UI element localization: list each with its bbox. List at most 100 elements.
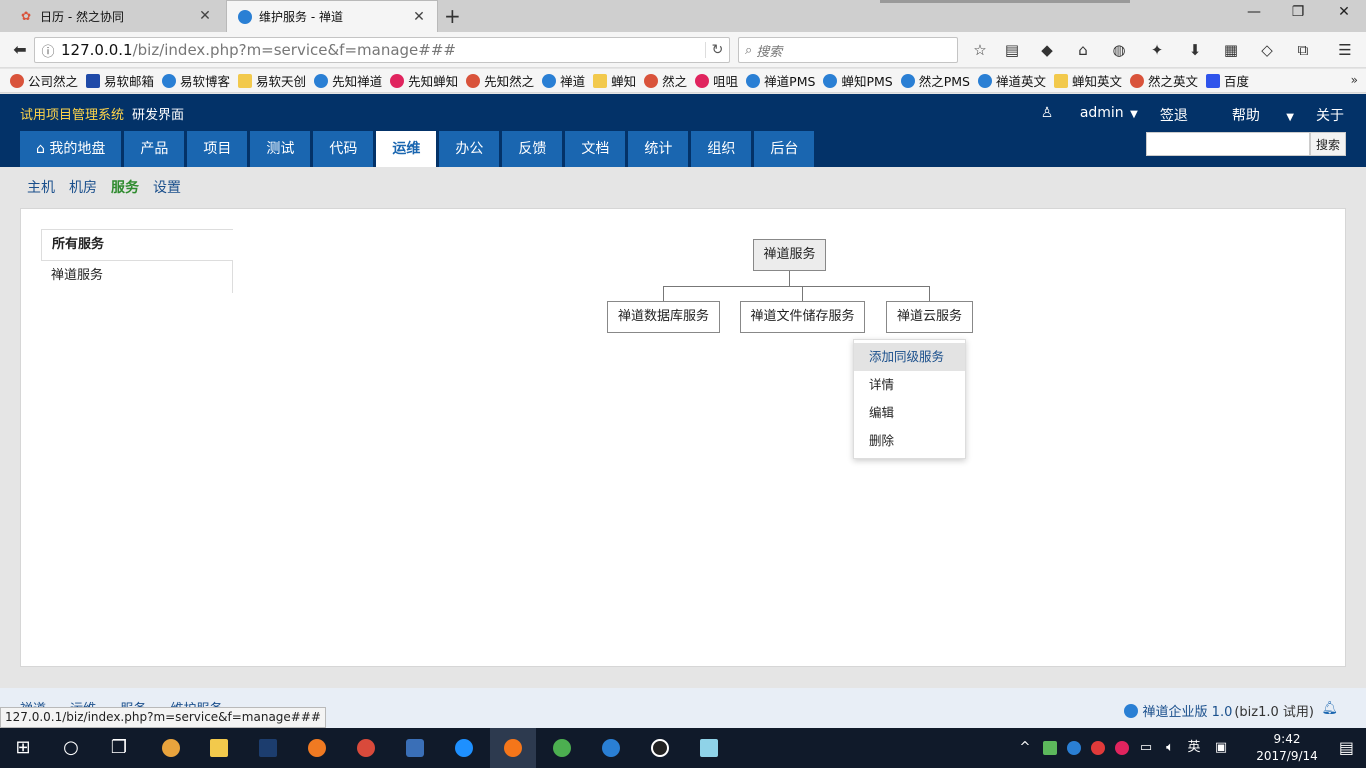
- browser-tab-service[interactable]: 维护服务 - 禅道 ✕: [226, 0, 438, 32]
- info-icon[interactable]: ⓘ: [35, 41, 61, 60]
- bookmark-item[interactable]: 先知禅道: [314, 71, 382, 90]
- bookmark-item[interactable]: 然之: [644, 71, 687, 90]
- search-button[interactable]: 搜索: [1310, 132, 1346, 156]
- browser-tab-calendar[interactable]: ✿ 日历 - 然之协同 ✕: [8, 0, 223, 32]
- chevron-right-icon[interactable]: »: [1351, 73, 1358, 87]
- bookmark-item[interactable]: 然之英文: [1130, 71, 1198, 90]
- bookmark-item[interactable]: 禅道PMS: [746, 71, 815, 90]
- tray-expand-icon[interactable]: ^: [1016, 728, 1034, 768]
- service-node-cloud[interactable]: 禅道云服务: [886, 301, 973, 333]
- notes-icon[interactable]: [686, 728, 732, 768]
- maximize-icon[interactable]: ❐: [1288, 4, 1308, 20]
- nav-tab[interactable]: 项目: [187, 131, 248, 167]
- nav-tab[interactable]: 办公: [439, 131, 500, 167]
- service-node-root[interactable]: 禅道服务: [753, 239, 826, 271]
- close-icon[interactable]: ✕: [411, 9, 427, 25]
- chrome-icon[interactable]: [539, 728, 585, 768]
- menu-icon[interactable]: ☰: [1334, 40, 1356, 60]
- nav-tab[interactable]: 组织: [691, 131, 752, 167]
- input-tool-icon[interactable]: ▣: [1210, 728, 1232, 768]
- bookmark-item[interactable]: 然之PMS: [900, 71, 970, 90]
- nav-tab[interactable]: ⌂ 我的地盘: [20, 131, 122, 167]
- tray-chat-icon[interactable]: [1112, 728, 1132, 768]
- new-tab-icon[interactable]: +: [444, 4, 461, 28]
- volume-icon[interactable]: 🔈︎: [1160, 728, 1180, 768]
- help-menu[interactable]: 帮助 ▼: [1210, 105, 1294, 125]
- photoshop-icon[interactable]: [245, 728, 291, 768]
- nav-tab[interactable]: 文档: [565, 131, 626, 167]
- company-name[interactable]: 试用项目管理系统: [20, 104, 124, 123]
- nav-tab[interactable]: 后台: [754, 131, 815, 167]
- search-input[interactable]: [1146, 132, 1310, 156]
- side-item-all-services[interactable]: 所有服务: [41, 229, 233, 261]
- butterfly-icon[interactable]: [294, 728, 340, 768]
- menu-item-add-sibling[interactable]: 添加同级服务: [854, 343, 965, 371]
- windows-start-icon[interactable]: ⊞: [0, 728, 46, 768]
- subnav-item[interactable]: 服务: [111, 177, 139, 197]
- bookmark-item[interactable]: 咀咀: [695, 71, 738, 90]
- star-icon[interactable]: ☆: [969, 40, 991, 60]
- menu-item-delete[interactable]: 删除: [854, 427, 965, 455]
- nav-tab[interactable]: 测试: [250, 131, 311, 167]
- tray-app-icon[interactable]: [1040, 728, 1060, 768]
- bookmark-item[interactable]: 先知蝉知: [390, 71, 458, 90]
- bell-icon[interactable]: 🔔︎: [1321, 701, 1338, 716]
- menu-item-edit[interactable]: 编辑: [854, 399, 965, 427]
- bookmark-item[interactable]: 蝉知英文: [1053, 71, 1122, 90]
- subnav-item[interactable]: 机房: [69, 177, 97, 197]
- nav-tab[interactable]: 统计: [628, 131, 689, 167]
- file-explorer-icon[interactable]: [196, 728, 242, 768]
- tray-qq-icon[interactable]: [1088, 728, 1108, 768]
- download-icon[interactable]: ⬇: [1184, 40, 1206, 60]
- back-icon[interactable]: ⬅: [8, 39, 32, 61]
- reload-icon[interactable]: ↻: [705, 42, 729, 58]
- cortana-icon[interactable]: ○: [48, 728, 94, 768]
- subnav-item[interactable]: 设置: [153, 177, 181, 197]
- qr-icon[interactable]: ▦: [1220, 40, 1242, 60]
- url-text[interactable]: 127.0.0.1/biz/index.php?m=service&f=mana…: [61, 41, 705, 59]
- qq-icon[interactable]: [637, 728, 683, 768]
- service-node-database[interactable]: 禅道数据库服务: [607, 301, 720, 333]
- snail-icon[interactable]: [343, 728, 389, 768]
- home-icon[interactable]: ⌂: [1072, 40, 1094, 60]
- bookmark-item[interactable]: 蝉知: [593, 71, 636, 90]
- extension-icon[interactable]: ✦: [1146, 40, 1168, 60]
- bookmark-item[interactable]: 禅道英文: [977, 71, 1046, 90]
- ie-icon[interactable]: [441, 728, 487, 768]
- paint-icon[interactable]: [148, 728, 194, 768]
- sync-icon[interactable]: ◇: [1256, 40, 1278, 60]
- about-link[interactable]: 关于: [1316, 105, 1344, 125]
- nav-tab[interactable]: 代码: [313, 131, 374, 167]
- menu-item-details[interactable]: 详情: [854, 371, 965, 399]
- reading-list-icon[interactable]: ▤: [1001, 40, 1023, 60]
- nav-tab[interactable]: 反馈: [502, 131, 563, 167]
- service-node-file-storage[interactable]: 禅道文件储存服务: [740, 301, 865, 333]
- bookmark-item[interactable]: 易软天创: [238, 71, 306, 90]
- ime-indicator[interactable]: 英: [1184, 728, 1204, 768]
- url-bar[interactable]: ⓘ 127.0.0.1/biz/index.php?m=service&f=ma…: [34, 37, 730, 63]
- bookmark-item[interactable]: 百度: [1206, 71, 1249, 90]
- network-icon[interactable]: ▭: [1136, 728, 1156, 768]
- system-clock[interactable]: 9:42 2017/9/14: [1252, 731, 1322, 765]
- bookmark-item[interactable]: 蝉知PMS: [823, 71, 893, 90]
- notification-icon[interactable]: ▤: [1339, 738, 1354, 757]
- pocket-icon[interactable]: ◆: [1036, 40, 1058, 60]
- tray-zentao-icon[interactable]: [1064, 728, 1084, 768]
- bookmark-item[interactable]: 易软邮箱: [86, 71, 154, 90]
- task-view-icon[interactable]: ❐: [96, 728, 142, 768]
- globe-icon[interactable]: ◍: [1108, 40, 1130, 60]
- nav-tab[interactable]: 产品: [124, 131, 185, 167]
- bookmark-item[interactable]: 禅道: [542, 71, 585, 90]
- subnav-item[interactable]: 主机: [27, 177, 55, 197]
- zentao-client-icon[interactable]: [588, 728, 634, 768]
- side-item-zentao-service[interactable]: 禅道服务: [41, 261, 233, 293]
- firefox-icon[interactable]: [490, 728, 536, 768]
- bookmark-item[interactable]: 先知然之: [466, 71, 534, 90]
- nav-tab[interactable]: 运维: [376, 131, 437, 167]
- bookmark-item[interactable]: 易软博客: [162, 71, 230, 90]
- crop-icon[interactable]: ⧉: [1292, 40, 1314, 60]
- user-menu[interactable]: ♙ admin ▼: [1019, 105, 1138, 125]
- bookmark-item[interactable]: 公司然之: [10, 71, 78, 90]
- virtualbox-icon[interactable]: [392, 728, 438, 768]
- minimize-icon[interactable]: —: [1244, 4, 1264, 20]
